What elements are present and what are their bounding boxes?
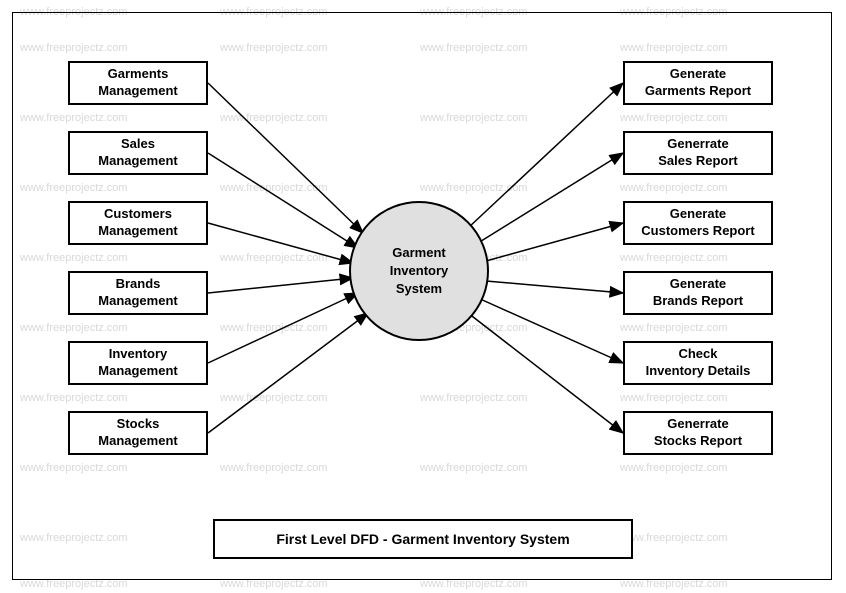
entity-label: CustomersManagement xyxy=(98,206,177,240)
entity-label: GenerateCustomers Report xyxy=(641,206,754,240)
entity-stocks-report: GenerrateStocks Report xyxy=(623,411,773,455)
entity-inventory-management: InventoryManagement xyxy=(68,341,208,385)
entity-label: GenerateBrands Report xyxy=(653,276,743,310)
diagram-title-box: First Level DFD - Garment Inventory Syst… xyxy=(213,519,633,559)
entity-label: InventoryManagement xyxy=(98,346,177,380)
entity-label: GenerateGarments Report xyxy=(645,66,751,100)
entity-stocks-management: StocksManagement xyxy=(68,411,208,455)
entity-label: GenerrateSales Report xyxy=(658,136,737,170)
process-label: GarmentInventorySystem xyxy=(390,244,449,299)
diagram-frame: GarmentsManagement SalesManagement Custo… xyxy=(12,12,832,580)
entity-customers-report: GenerateCustomers Report xyxy=(623,201,773,245)
entity-sales-management: SalesManagement xyxy=(68,131,208,175)
entity-brands-report: GenerateBrands Report xyxy=(623,271,773,315)
entity-label: SalesManagement xyxy=(98,136,177,170)
entity-customers-management: CustomersManagement xyxy=(68,201,208,245)
entity-garments-report: GenerateGarments Report xyxy=(623,61,773,105)
entity-label: GarmentsManagement xyxy=(98,66,177,100)
entity-sales-report: GenerrateSales Report xyxy=(623,131,773,175)
entity-inventory-details: CheckInventory Details xyxy=(623,341,773,385)
diagram-title: First Level DFD - Garment Inventory Syst… xyxy=(276,531,569,547)
entity-label: StocksManagement xyxy=(98,416,177,450)
entity-label: GenerrateStocks Report xyxy=(654,416,742,450)
entity-label: BrandsManagement xyxy=(98,276,177,310)
entity-brands-management: BrandsManagement xyxy=(68,271,208,315)
entity-garments-management: GarmentsManagement xyxy=(68,61,208,105)
entity-label: CheckInventory Details xyxy=(646,346,751,380)
process-garment-inventory-system: GarmentInventorySystem xyxy=(349,201,489,341)
